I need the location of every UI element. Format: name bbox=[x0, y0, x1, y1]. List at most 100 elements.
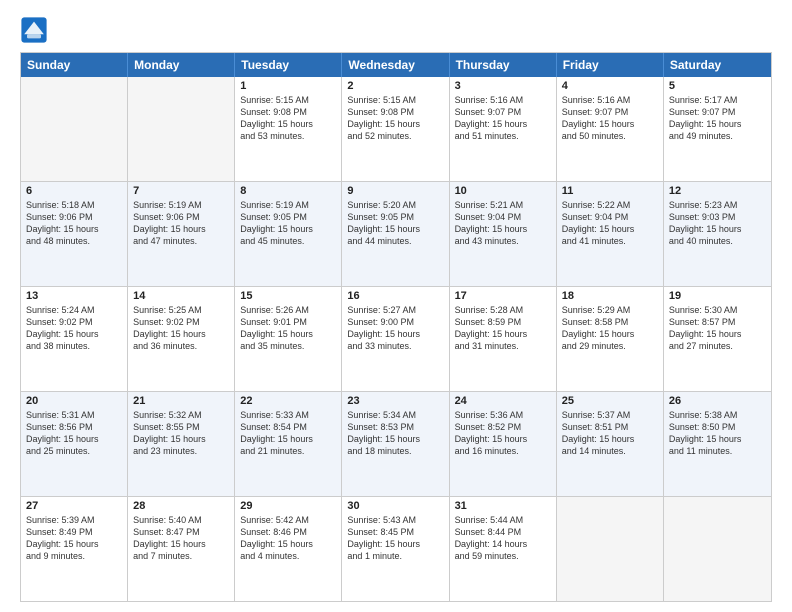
day-number: 2 bbox=[347, 80, 443, 92]
sunrise-text: Sunrise: 5:30 AM bbox=[669, 304, 766, 316]
cell-w2-d4: 9 Sunrise: 5:20 AM Sunset: 9:05 PM Dayli… bbox=[342, 182, 449, 286]
daylight-minutes-text: and 14 minutes. bbox=[562, 445, 658, 457]
cell-w1-d4: 2 Sunrise: 5:15 AM Sunset: 9:08 PM Dayli… bbox=[342, 77, 449, 181]
day-number: 9 bbox=[347, 185, 443, 197]
day-number: 18 bbox=[562, 290, 658, 302]
sunset-text: Sunset: 9:07 PM bbox=[669, 106, 766, 118]
daylight-minutes-text: and 51 minutes. bbox=[455, 130, 551, 142]
sunset-text: Sunset: 9:06 PM bbox=[26, 211, 122, 223]
daylight-text: Daylight: 15 hours bbox=[240, 328, 336, 340]
daylight-minutes-text: and 9 minutes. bbox=[26, 550, 122, 562]
daylight-text: Daylight: 15 hours bbox=[347, 328, 443, 340]
page: Sunday Monday Tuesday Wednesday Thursday… bbox=[0, 0, 792, 612]
sunset-text: Sunset: 8:54 PM bbox=[240, 421, 336, 433]
header-friday: Friday bbox=[557, 53, 664, 77]
day-number: 12 bbox=[669, 185, 766, 197]
cell-w4-d7: 26 Sunrise: 5:38 AM Sunset: 8:50 PM Dayl… bbox=[664, 392, 771, 496]
cell-w3-d6: 18 Sunrise: 5:29 AM Sunset: 8:58 PM Dayl… bbox=[557, 287, 664, 391]
sunrise-text: Sunrise: 5:22 AM bbox=[562, 199, 658, 211]
cell-w5-d5: 31 Sunrise: 5:44 AM Sunset: 8:44 PM Dayl… bbox=[450, 497, 557, 601]
sunset-text: Sunset: 8:59 PM bbox=[455, 316, 551, 328]
cell-w4-d6: 25 Sunrise: 5:37 AM Sunset: 8:51 PM Dayl… bbox=[557, 392, 664, 496]
daylight-minutes-text: and 52 minutes. bbox=[347, 130, 443, 142]
week-row-2: 6 Sunrise: 5:18 AM Sunset: 9:06 PM Dayli… bbox=[21, 181, 771, 286]
sunrise-text: Sunrise: 5:43 AM bbox=[347, 514, 443, 526]
daylight-minutes-text: and 16 minutes. bbox=[455, 445, 551, 457]
daylight-text: Daylight: 15 hours bbox=[133, 433, 229, 445]
cell-w3-d3: 15 Sunrise: 5:26 AM Sunset: 9:01 PM Dayl… bbox=[235, 287, 342, 391]
day-number: 1 bbox=[240, 80, 336, 92]
cell-w3-d4: 16 Sunrise: 5:27 AM Sunset: 9:00 PM Dayl… bbox=[342, 287, 449, 391]
cell-w4-d1: 20 Sunrise: 5:31 AM Sunset: 8:56 PM Dayl… bbox=[21, 392, 128, 496]
cell-w1-d1 bbox=[21, 77, 128, 181]
daylight-text: Daylight: 15 hours bbox=[240, 538, 336, 550]
week-row-1: 1 Sunrise: 5:15 AM Sunset: 9:08 PM Dayli… bbox=[21, 77, 771, 181]
daylight-minutes-text: and 21 minutes. bbox=[240, 445, 336, 457]
calendar-body: 1 Sunrise: 5:15 AM Sunset: 9:08 PM Dayli… bbox=[21, 77, 771, 601]
daylight-minutes-text: and 59 minutes. bbox=[455, 550, 551, 562]
sunrise-text: Sunrise: 5:34 AM bbox=[347, 409, 443, 421]
daylight-minutes-text: and 38 minutes. bbox=[26, 340, 122, 352]
daylight-minutes-text: and 40 minutes. bbox=[669, 235, 766, 247]
sunrise-text: Sunrise: 5:15 AM bbox=[240, 94, 336, 106]
day-number: 14 bbox=[133, 290, 229, 302]
daylight-text: Daylight: 15 hours bbox=[26, 538, 122, 550]
day-number: 21 bbox=[133, 395, 229, 407]
daylight-text: Daylight: 15 hours bbox=[240, 433, 336, 445]
cell-w2-d5: 10 Sunrise: 5:21 AM Sunset: 9:04 PM Dayl… bbox=[450, 182, 557, 286]
cell-w1-d3: 1 Sunrise: 5:15 AM Sunset: 9:08 PM Dayli… bbox=[235, 77, 342, 181]
sunset-text: Sunset: 8:50 PM bbox=[669, 421, 766, 433]
daylight-text: Daylight: 15 hours bbox=[347, 433, 443, 445]
day-number: 24 bbox=[455, 395, 551, 407]
sunset-text: Sunset: 9:01 PM bbox=[240, 316, 336, 328]
logo bbox=[20, 16, 52, 44]
daylight-minutes-text: and 29 minutes. bbox=[562, 340, 658, 352]
day-number: 15 bbox=[240, 290, 336, 302]
sunset-text: Sunset: 9:08 PM bbox=[240, 106, 336, 118]
daylight-minutes-text: and 48 minutes. bbox=[26, 235, 122, 247]
sunrise-text: Sunrise: 5:24 AM bbox=[26, 304, 122, 316]
logo-icon bbox=[20, 16, 48, 44]
sunrise-text: Sunrise: 5:26 AM bbox=[240, 304, 336, 316]
sunset-text: Sunset: 9:05 PM bbox=[240, 211, 336, 223]
cell-w5-d7 bbox=[664, 497, 771, 601]
cell-w3-d2: 14 Sunrise: 5:25 AM Sunset: 9:02 PM Dayl… bbox=[128, 287, 235, 391]
header-monday: Monday bbox=[128, 53, 235, 77]
day-number: 29 bbox=[240, 500, 336, 512]
cell-w2-d2: 7 Sunrise: 5:19 AM Sunset: 9:06 PM Dayli… bbox=[128, 182, 235, 286]
daylight-text: Daylight: 15 hours bbox=[26, 328, 122, 340]
sunset-text: Sunset: 8:55 PM bbox=[133, 421, 229, 433]
sunset-text: Sunset: 9:06 PM bbox=[133, 211, 229, 223]
daylight-minutes-text: and 43 minutes. bbox=[455, 235, 551, 247]
day-number: 31 bbox=[455, 500, 551, 512]
sunset-text: Sunset: 9:04 PM bbox=[455, 211, 551, 223]
cell-w5-d1: 27 Sunrise: 5:39 AM Sunset: 8:49 PM Dayl… bbox=[21, 497, 128, 601]
week-row-5: 27 Sunrise: 5:39 AM Sunset: 8:49 PM Dayl… bbox=[21, 496, 771, 601]
daylight-text: Daylight: 15 hours bbox=[347, 538, 443, 550]
sunrise-text: Sunrise: 5:29 AM bbox=[562, 304, 658, 316]
daylight-minutes-text: and 18 minutes. bbox=[347, 445, 443, 457]
cell-w3-d1: 13 Sunrise: 5:24 AM Sunset: 9:02 PM Dayl… bbox=[21, 287, 128, 391]
day-number: 22 bbox=[240, 395, 336, 407]
cell-w5-d4: 30 Sunrise: 5:43 AM Sunset: 8:45 PM Dayl… bbox=[342, 497, 449, 601]
daylight-text: Daylight: 15 hours bbox=[240, 118, 336, 130]
daylight-minutes-text: and 11 minutes. bbox=[669, 445, 766, 457]
cell-w1-d6: 4 Sunrise: 5:16 AM Sunset: 9:07 PM Dayli… bbox=[557, 77, 664, 181]
daylight-minutes-text: and 47 minutes. bbox=[133, 235, 229, 247]
daylight-text: Daylight: 15 hours bbox=[347, 223, 443, 235]
cell-w1-d2 bbox=[128, 77, 235, 181]
calendar-header: Sunday Monday Tuesday Wednesday Thursday… bbox=[21, 53, 771, 77]
sunrise-text: Sunrise: 5:25 AM bbox=[133, 304, 229, 316]
sunset-text: Sunset: 8:45 PM bbox=[347, 526, 443, 538]
daylight-minutes-text: and 36 minutes. bbox=[133, 340, 229, 352]
sunrise-text: Sunrise: 5:40 AM bbox=[133, 514, 229, 526]
sunset-text: Sunset: 9:02 PM bbox=[26, 316, 122, 328]
daylight-text: Daylight: 15 hours bbox=[240, 223, 336, 235]
sunset-text: Sunset: 9:03 PM bbox=[669, 211, 766, 223]
day-number: 26 bbox=[669, 395, 766, 407]
cell-w2-d1: 6 Sunrise: 5:18 AM Sunset: 9:06 PM Dayli… bbox=[21, 182, 128, 286]
sunset-text: Sunset: 9:02 PM bbox=[133, 316, 229, 328]
sunrise-text: Sunrise: 5:36 AM bbox=[455, 409, 551, 421]
header-wednesday: Wednesday bbox=[342, 53, 449, 77]
cell-w1-d7: 5 Sunrise: 5:17 AM Sunset: 9:07 PM Dayli… bbox=[664, 77, 771, 181]
